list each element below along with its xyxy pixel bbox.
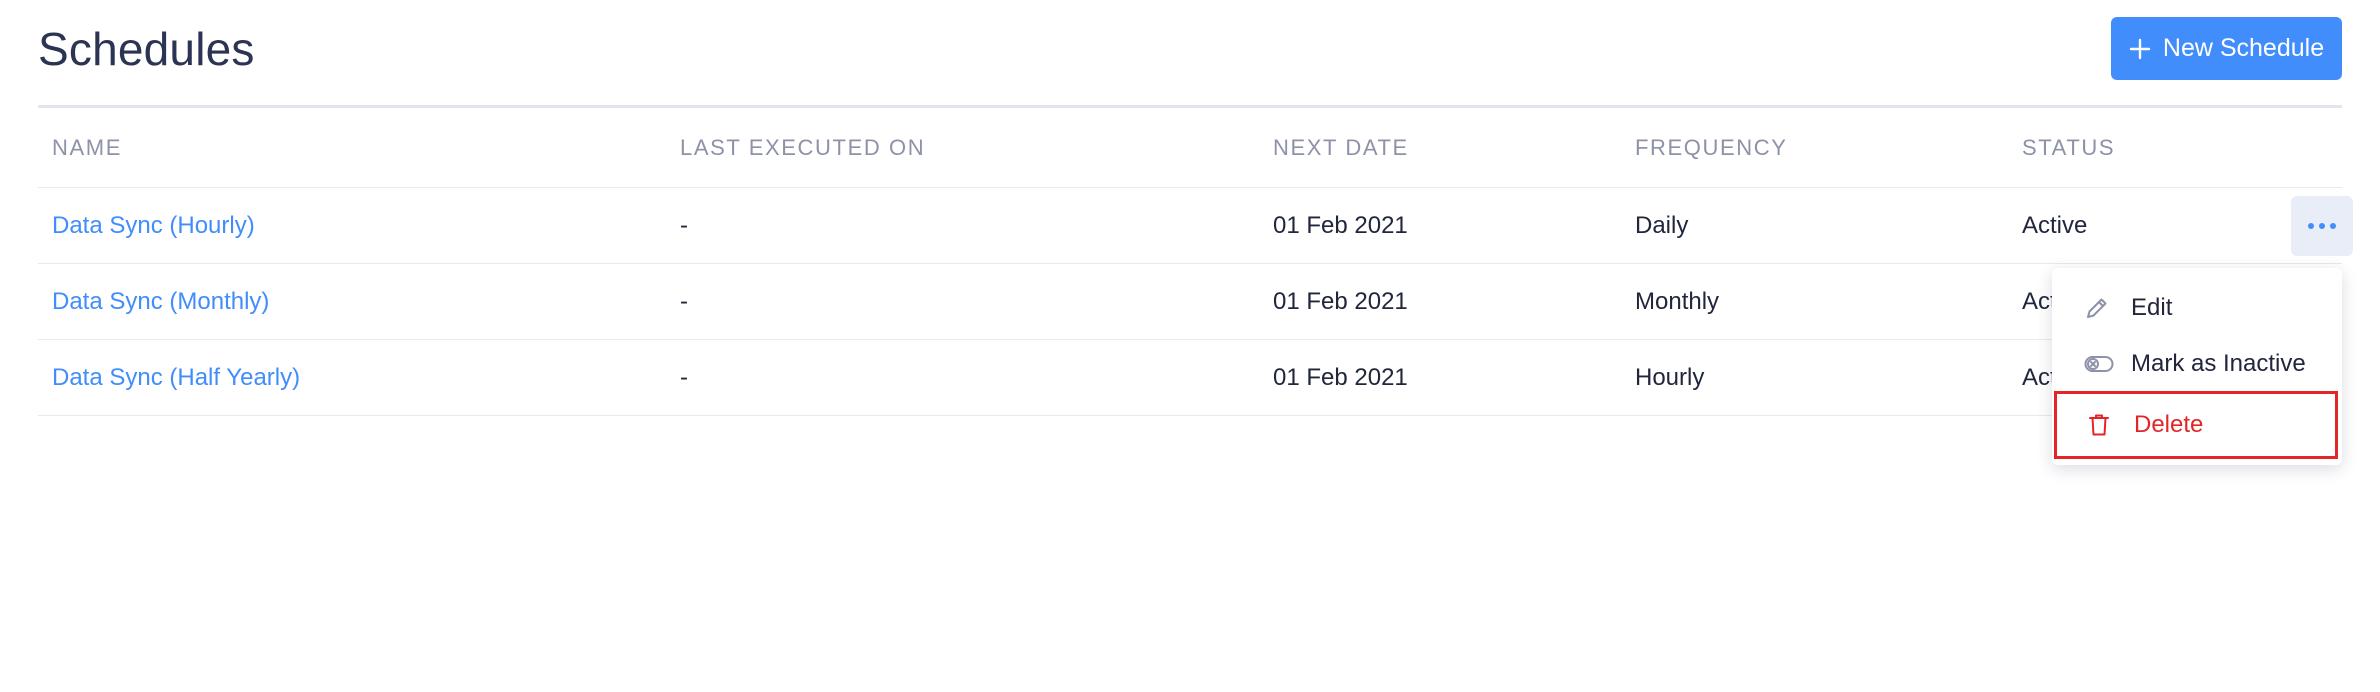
column-header-name: NAME [52,134,122,160]
plus-icon [2129,38,2151,60]
last-executed-cell: - [680,287,688,315]
last-executed-cell: - [680,211,688,239]
new-schedule-button[interactable]: New Schedule [2111,17,2342,80]
column-header-frequency: FREQUENCY [1635,134,1788,160]
schedule-name-link[interactable]: Data Sync (Half Yearly) [52,364,300,392]
table-row[interactable]: Data Sync (Monthly) - 01 Feb 2021 Monthl… [38,264,2342,340]
column-header-last-executed: LAST EXECUTED ON [680,134,926,160]
next-date-cell: 01 Feb 2021 [1273,363,1408,391]
next-date-cell: 01 Feb 2021 [1273,287,1408,315]
menu-item-label: Delete [2134,411,2204,438]
more-horizontal-icon-dot [2330,223,2336,229]
frequency-cell: Monthly [1635,287,1720,315]
last-executed-cell: - [680,363,688,391]
trash-icon [2088,413,2110,437]
more-horizontal-icon-dot [2308,223,2314,229]
table-row[interactable]: Data Sync (Hourly) - 01 Feb 2021 Daily A… [38,188,2353,264]
menu-item-delete[interactable]: Delete [2054,391,2338,459]
next-date-cell: 01 Feb 2021 [1273,211,1408,239]
more-horizontal-icon-dot [2319,223,2325,229]
column-header-status: STATUS [2022,134,2116,160]
menu-item-mark-inactive[interactable]: Mark as Inactive [2052,336,2342,392]
pencil-icon [2084,295,2110,321]
frequency-cell: Hourly [1635,363,1705,391]
page-title: Schedules [38,23,255,75]
toggle-off-icon [2084,354,2114,374]
table-header-row: NAME LAST EXECUTED ON NEXT DATE FREQUENC… [38,108,2342,188]
menu-item-label: Mark as Inactive [2131,350,2306,377]
frequency-cell: Daily [1635,211,1689,239]
schedule-name-link[interactable]: Data Sync (Hourly) [52,212,255,240]
schedule-name-link[interactable]: Data Sync (Monthly) [52,288,269,316]
status-cell: Active [2022,211,2088,239]
new-schedule-label: New Schedule [2162,34,2325,62]
column-header-next-date: NEXT DATE [1273,134,1409,160]
menu-item-label: Edit [2131,294,2173,321]
row-actions-menu: Edit Mark as Inactive Delete [2052,268,2342,465]
menu-item-edit[interactable]: Edit [2052,280,2342,336]
table-row[interactable]: Data Sync (Half Yearly) - 01 Feb 2021 Ho… [38,340,2342,416]
row-actions-button[interactable] [2291,196,2353,256]
